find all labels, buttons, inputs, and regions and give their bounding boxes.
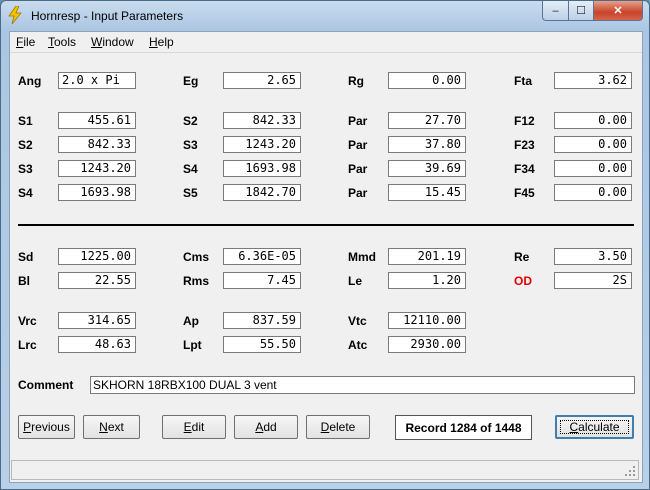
param-field-par[interactable]: 27.70 bbox=[388, 112, 466, 129]
lightning-bolt-icon bbox=[8, 6, 22, 24]
param-label-s2: S2 bbox=[183, 114, 198, 128]
param-label-par: Par bbox=[348, 114, 368, 128]
app-window: Hornresp - Input Parameters – ☐ ✕ File T… bbox=[0, 0, 650, 490]
param-field-s4[interactable]: 1693.98 bbox=[223, 160, 301, 177]
param-field-f45[interactable]: 0.00 bbox=[554, 184, 632, 201]
param-label-atc: Atc bbox=[348, 338, 368, 352]
param-field-vrc[interactable]: 314.65 bbox=[58, 312, 136, 329]
param-field-f34[interactable]: 0.00 bbox=[554, 160, 632, 177]
param-field-par[interactable]: 15.45 bbox=[388, 184, 466, 201]
param-field-eg[interactable]: 2.65 bbox=[223, 72, 301, 89]
minimize-button[interactable]: – bbox=[542, 1, 569, 21]
delete-button[interactable]: Delete bbox=[306, 415, 370, 439]
param-label-sd: Sd bbox=[18, 250, 34, 264]
param-label-ang: Ang bbox=[18, 74, 42, 88]
param-label-f34: F34 bbox=[514, 162, 535, 176]
param-label-f23: F23 bbox=[514, 138, 535, 152]
param-label-bl: Bl bbox=[18, 274, 30, 288]
window-title: Hornresp - Input Parameters bbox=[31, 9, 184, 23]
param-field-par[interactable]: 39.69 bbox=[388, 160, 466, 177]
param-field-atc[interactable]: 2930.00 bbox=[388, 336, 466, 353]
maximize-icon: ☐ bbox=[576, 5, 586, 17]
close-icon: ✕ bbox=[613, 5, 623, 17]
param-label-par: Par bbox=[348, 162, 368, 176]
close-button[interactable]: ✕ bbox=[593, 1, 643, 21]
param-field-s5[interactable]: 1842.70 bbox=[223, 184, 301, 201]
param-label-vrc: Vrc bbox=[18, 314, 37, 328]
param-label-rg: Rg bbox=[348, 74, 364, 88]
param-field-s2[interactable]: 842.33 bbox=[58, 136, 136, 153]
record-counter: Record 1284 of 1448 bbox=[395, 415, 532, 440]
param-label-s4: S4 bbox=[18, 186, 33, 200]
resize-grip-icon[interactable] bbox=[624, 465, 636, 477]
param-field-od[interactable]: 2S bbox=[554, 272, 632, 289]
param-label-mmd: Mmd bbox=[348, 250, 376, 264]
param-field-par[interactable]: 37.80 bbox=[388, 136, 466, 153]
param-label-s3: S3 bbox=[183, 138, 198, 152]
param-label-s5: S5 bbox=[183, 186, 198, 200]
param-field-lpt[interactable]: 55.50 bbox=[223, 336, 301, 353]
status-bar bbox=[11, 460, 639, 480]
add-button[interactable]: Add bbox=[234, 415, 298, 439]
param-field-sd[interactable]: 1225.00 bbox=[58, 248, 136, 265]
param-label-par: Par bbox=[348, 186, 368, 200]
param-label-s4: S4 bbox=[183, 162, 198, 176]
menu-file[interactable]: File bbox=[16, 35, 35, 49]
calculate-button[interactable]: Calculate bbox=[555, 415, 634, 439]
param-field-s2[interactable]: 842.33 bbox=[223, 112, 301, 129]
param-field-ap[interactable]: 837.59 bbox=[223, 312, 301, 329]
next-button[interactable]: Next bbox=[83, 415, 140, 439]
param-field-bl[interactable]: 22.55 bbox=[58, 272, 136, 289]
param-field-f23[interactable]: 0.00 bbox=[554, 136, 632, 153]
maximize-button[interactable]: ☐ bbox=[568, 1, 594, 21]
menu-tools[interactable]: Tools bbox=[48, 35, 76, 49]
param-label-s1: S1 bbox=[18, 114, 33, 128]
section-divider bbox=[18, 224, 634, 226]
client-area: File Tools Window Help Ang 2.0 x Pi Eg 2.65… bbox=[9, 31, 643, 483]
param-field-s4[interactable]: 1693.98 bbox=[58, 184, 136, 201]
param-field-le[interactable]: 1.20 bbox=[388, 272, 466, 289]
param-label-s3: S3 bbox=[18, 162, 33, 176]
menu-bar: File Tools Window Help bbox=[10, 32, 642, 53]
menu-help[interactable]: Help bbox=[149, 35, 174, 49]
param-label-lpt: Lpt bbox=[183, 338, 202, 352]
param-field-s3[interactable]: 1243.20 bbox=[223, 136, 301, 153]
param-field-lrc[interactable]: 48.63 bbox=[58, 336, 136, 353]
param-label-rms: Rms bbox=[183, 274, 210, 288]
param-field-s3[interactable]: 1243.20 bbox=[58, 160, 136, 177]
param-label-par: Par bbox=[348, 138, 368, 152]
comment-field[interactable]: SKHORN 18RBX100 DUAL 3 vent bbox=[90, 376, 635, 394]
edit-button[interactable]: Edit bbox=[162, 415, 226, 439]
param-field-rms[interactable]: 7.45 bbox=[223, 272, 301, 289]
param-label-le: Le bbox=[348, 274, 363, 288]
param-field-re[interactable]: 3.50 bbox=[554, 248, 632, 265]
param-label-fta: Fta bbox=[514, 74, 532, 88]
param-label-f45: F45 bbox=[514, 186, 535, 200]
param-field-mmd[interactable]: 201.19 bbox=[388, 248, 466, 265]
menu-window[interactable]: Window bbox=[91, 35, 134, 49]
param-label-s2: S2 bbox=[18, 138, 33, 152]
param-label-eg: Eg bbox=[183, 74, 199, 88]
comment-label: Comment bbox=[18, 378, 74, 392]
param-field-fta[interactable]: 3.62 bbox=[554, 72, 632, 89]
minimize-icon: – bbox=[552, 4, 559, 17]
param-label-cms: Cms bbox=[183, 250, 210, 264]
param-label-vtc: Vtc bbox=[348, 314, 367, 328]
param-label-od: OD bbox=[514, 274, 532, 288]
param-field-rg[interactable]: 0.00 bbox=[388, 72, 466, 89]
param-label-lrc: Lrc bbox=[18, 338, 37, 352]
param-label-ap: Ap bbox=[183, 314, 199, 328]
title-bar[interactable]: Hornresp - Input Parameters – ☐ ✕ bbox=[1, 1, 649, 31]
param-label-f12: F12 bbox=[514, 114, 535, 128]
param-field-s1[interactable]: 455.61 bbox=[58, 112, 136, 129]
param-field-ang[interactable]: 2.0 x Pi bbox=[58, 72, 136, 89]
param-field-f12[interactable]: 0.00 bbox=[554, 112, 632, 129]
param-field-vtc[interactable]: 12110.00 bbox=[388, 312, 466, 329]
param-label-re: Re bbox=[514, 250, 530, 264]
previous-button[interactable]: Previous bbox=[18, 415, 75, 439]
param-field-cms[interactable]: 6.36E-05 bbox=[223, 248, 301, 265]
